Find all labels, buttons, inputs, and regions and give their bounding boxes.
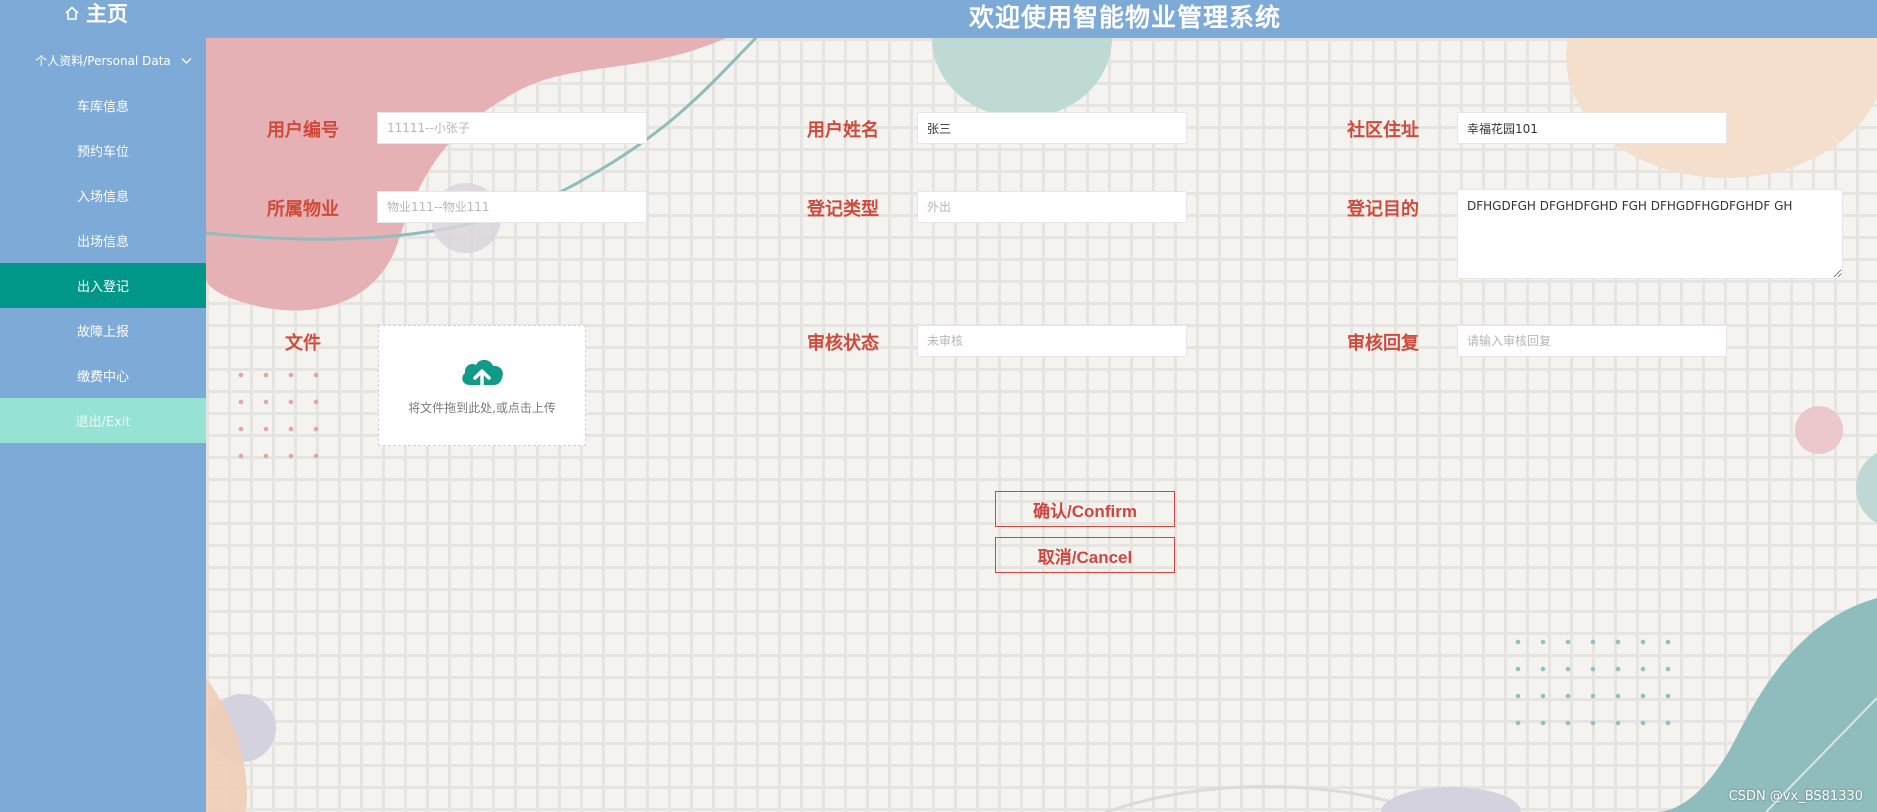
sidebar: 个人资料/Personal Data 车库信息 预约车位 入场信息 出场信息 出…	[0, 38, 206, 812]
sidebar-item-label: 出入登记	[76, 280, 129, 295]
property-label: 所属物业	[267, 199, 339, 220]
community-address-input[interactable]	[1457, 112, 1727, 144]
top-header: 主页 欢迎使用智能物业管理系统	[0, 0, 1877, 38]
review-reply-label: 审核回复	[1347, 333, 1419, 354]
sidebar-group-label: 个人资料/Personal Data	[35, 54, 171, 68]
sidebar-item-fault-report[interactable]: 故障上报	[0, 308, 206, 353]
sidebar-item-label: 出场信息	[76, 235, 129, 250]
community-address-label: 社区住址	[1347, 120, 1419, 141]
user-name-input[interactable]	[917, 112, 1187, 144]
cancel-button[interactable]: 取消/Cancel	[995, 537, 1175, 573]
sidebar-item-label: 退出/Exit	[75, 415, 131, 430]
register-purpose-textarea[interactable]: DFHGDFGH DFGHDFGHD FGH DFHGDFHGDFGHDF GH	[1457, 189, 1843, 279]
cloud-upload-icon	[462, 359, 503, 388]
home-link[interactable]: 主页	[64, 0, 204, 26]
chevron-down-icon	[181, 58, 192, 64]
csdn-watermark: CSDN @vx_BS81330	[1728, 789, 1863, 804]
file-upload-dropzone[interactable]: 将文件拖到此处,或点击上传	[378, 325, 586, 446]
sidebar-item-entry-info[interactable]: 入场信息	[0, 173, 206, 218]
user-no-label: 用户编号	[267, 120, 339, 141]
sidebar-item-label: 车库信息	[76, 100, 129, 115]
user-no-input[interactable]	[377, 112, 647, 144]
sidebar-group-personal-data[interactable]: 个人资料/Personal Data	[0, 38, 206, 83]
sidebar-item-label: 缴费中心	[76, 370, 129, 385]
main-content: 用户编号 用户姓名 社区住址 所属物业 登记类型 登记目的 DFHGDFGH D…	[206, 38, 1877, 812]
review-status-input[interactable]	[917, 325, 1187, 357]
sidebar-item-access-register[interactable]: 出入登记	[0, 263, 206, 308]
register-type-input[interactable]	[917, 191, 1187, 223]
file-label: 文件	[285, 333, 321, 354]
user-name-label: 用户姓名	[807, 120, 879, 141]
register-purpose-label: 登记目的	[1347, 199, 1419, 220]
confirm-button[interactable]: 确认/Confirm	[995, 491, 1175, 527]
home-label: 主页	[86, 2, 128, 26]
upload-hint-text: 将文件拖到此处,或点击上传	[408, 401, 556, 415]
sidebar-item-label: 故障上报	[76, 325, 129, 340]
sidebar-item-garage-info[interactable]: 车库信息	[0, 83, 206, 128]
home-icon	[65, 6, 79, 20]
sidebar-item-exit-info[interactable]: 出场信息	[0, 218, 206, 263]
sidebar-item-payment-center[interactable]: 缴费中心	[0, 353, 206, 398]
page-title: 欢迎使用智能物业管理系统	[968, 3, 1281, 32]
sidebar-item-exit[interactable]: 退出/Exit	[0, 398, 206, 443]
review-reply-input[interactable]	[1457, 325, 1727, 357]
register-type-label: 登记类型	[807, 199, 879, 220]
sidebar-item-reserve-space[interactable]: 预约车位	[0, 128, 206, 173]
sidebar-item-label: 预约车位	[76, 145, 129, 160]
sidebar-item-label: 入场信息	[76, 190, 129, 205]
review-status-label: 审核状态	[807, 333, 879, 354]
property-input[interactable]	[377, 191, 647, 223]
